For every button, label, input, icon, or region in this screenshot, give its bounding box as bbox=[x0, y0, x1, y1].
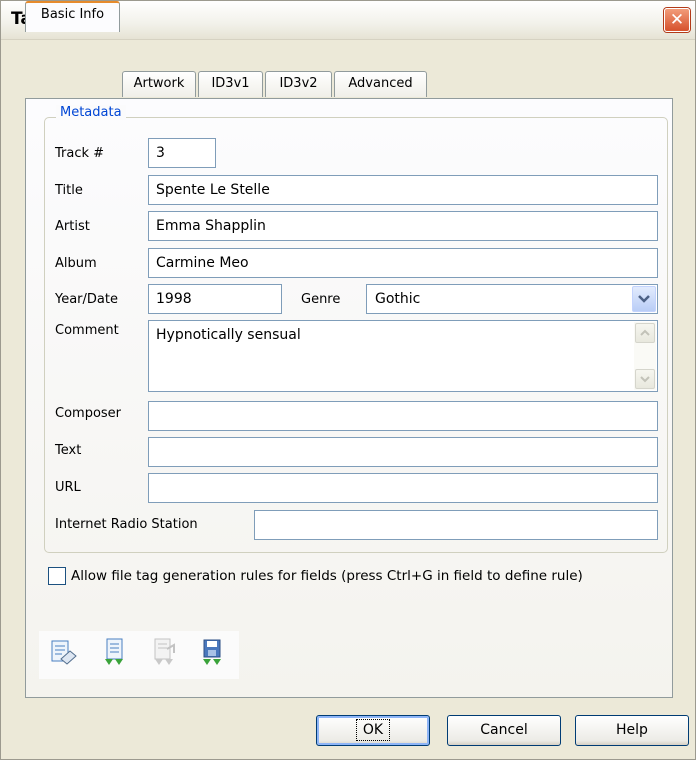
text-label: Text bbox=[55, 443, 82, 458]
album-label: Album bbox=[55, 256, 97, 271]
url-field[interactable] bbox=[148, 473, 658, 503]
composer-label: Composer bbox=[55, 406, 122, 421]
help-label: Help bbox=[616, 722, 648, 738]
metadata-group-label: Metadata bbox=[56, 105, 126, 120]
radio-station-field[interactable] bbox=[254, 510, 658, 540]
edit-eraser-icon bbox=[51, 640, 77, 665]
tab-id3v1[interactable]: ID3v1 bbox=[198, 71, 263, 97]
composer-field[interactable] bbox=[148, 401, 658, 431]
comment-label: Comment bbox=[55, 323, 119, 338]
tab-label: ID3v2 bbox=[279, 76, 318, 91]
import-down-icon bbox=[105, 638, 123, 665]
tag-dialog: Tag ✕ Basic Info Artwork ID3v1 ID3v2 Adv… bbox=[0, 0, 696, 760]
cancel-button[interactable]: Cancel bbox=[447, 715, 561, 746]
album-field[interactable]: Carmine Meo bbox=[148, 248, 658, 278]
artist-label: Artist bbox=[55, 219, 90, 234]
import-button[interactable] bbox=[101, 637, 129, 671]
genre-label: Genre bbox=[301, 292, 341, 307]
genre-select[interactable]: Gothic bbox=[366, 284, 658, 314]
save-button[interactable] bbox=[199, 637, 227, 671]
chevron-down-icon bbox=[640, 376, 650, 383]
tab-advanced[interactable]: Advanced bbox=[334, 71, 427, 97]
year-label: Year/Date bbox=[55, 292, 118, 307]
artist-field[interactable]: Emma Shapplin bbox=[148, 211, 658, 241]
cancel-label: Cancel bbox=[480, 722, 528, 738]
rules-checkbox-label[interactable]: Allow file tag generation rules for fiel… bbox=[71, 568, 583, 584]
close-icon: ✕ bbox=[669, 10, 685, 30]
scroll-up-button[interactable] bbox=[635, 323, 655, 343]
chevron-down-icon bbox=[638, 295, 650, 303]
text-field[interactable] bbox=[148, 437, 658, 467]
genre-value: Gothic bbox=[375, 291, 421, 307]
edit-button[interactable] bbox=[49, 637, 77, 671]
title-field[interactable]: Spente Le Stelle bbox=[148, 175, 658, 205]
comment-value: Hypnotically sensual bbox=[156, 327, 301, 343]
chevron-up-icon bbox=[640, 329, 650, 336]
transfer-disabled-icon bbox=[154, 638, 175, 665]
tab-id3v2[interactable]: ID3v2 bbox=[265, 71, 332, 97]
transfer-button[interactable] bbox=[151, 637, 179, 671]
tag-toolbar bbox=[39, 631, 239, 679]
tab-basic-info[interactable]: Basic Info bbox=[25, 1, 120, 32]
comment-scrollbar[interactable] bbox=[634, 322, 656, 390]
scroll-down-button[interactable] bbox=[635, 369, 655, 389]
tab-label: Advanced bbox=[348, 76, 413, 91]
ok-button[interactable]: OK bbox=[316, 715, 430, 746]
genre-dropdown-button[interactable] bbox=[632, 286, 656, 312]
save-down-icon bbox=[203, 639, 221, 665]
url-label: URL bbox=[55, 480, 81, 495]
tab-artwork[interactable]: Artwork bbox=[122, 71, 196, 97]
close-button[interactable]: ✕ bbox=[664, 8, 690, 32]
radio-station-label: Internet Radio Station bbox=[55, 517, 198, 532]
ok-label: OK bbox=[355, 719, 391, 741]
comment-textarea[interactable]: Hypnotically sensual bbox=[148, 320, 658, 392]
track-field[interactable]: 3 bbox=[148, 138, 216, 168]
year-field[interactable]: 1998 bbox=[148, 284, 282, 314]
rules-checkbox[interactable] bbox=[48, 567, 66, 585]
help-button[interactable]: Help bbox=[575, 715, 689, 746]
tab-label: Artwork bbox=[133, 76, 185, 91]
title-label: Title bbox=[55, 183, 83, 198]
tab-label: Basic Info bbox=[40, 7, 105, 22]
track-label: Track # bbox=[55, 146, 105, 161]
tab-label: ID3v1 bbox=[211, 76, 250, 91]
